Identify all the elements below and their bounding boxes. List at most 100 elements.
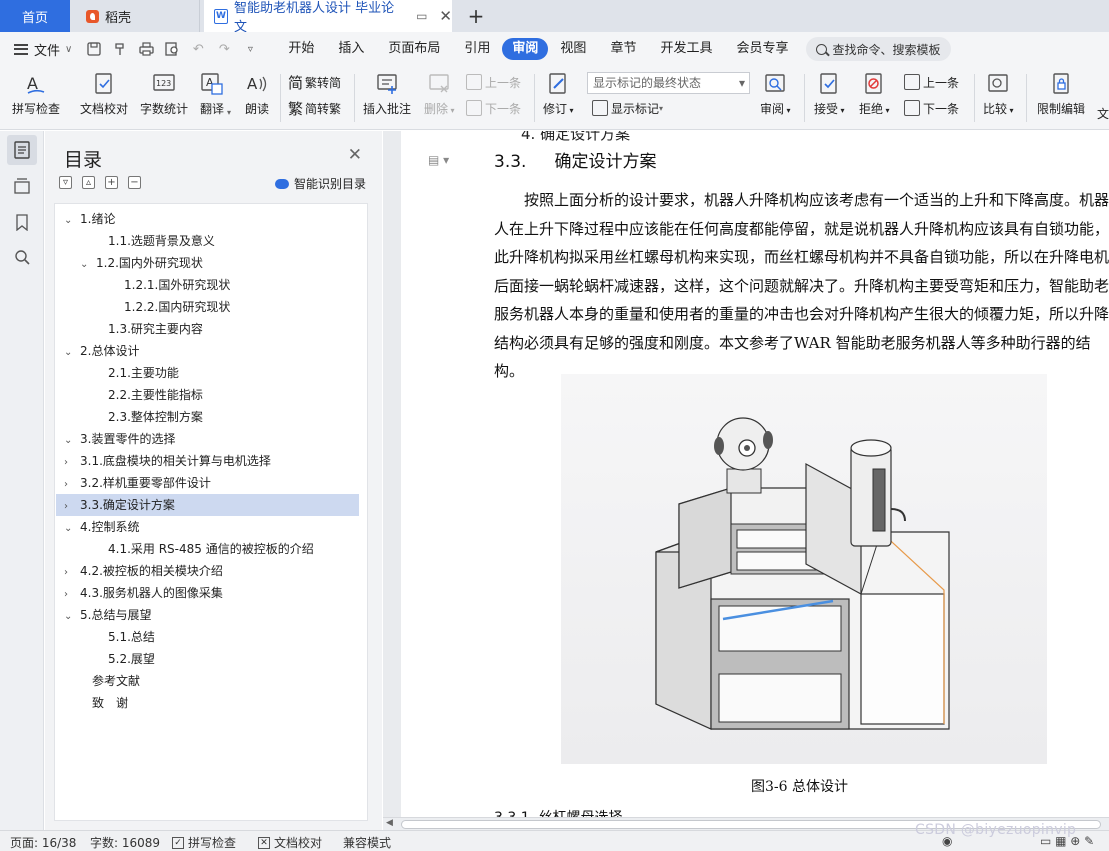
print-icon[interactable]	[138, 41, 154, 57]
markup-state-dropdown[interactable]: 显示标记的最终状态	[587, 72, 750, 94]
toc-item[interactable]: ⌄ 2.总体设计	[56, 340, 359, 362]
close-icon[interactable]: ✕	[348, 145, 362, 165]
accept-button[interactable]: 接受 ▾	[814, 72, 845, 117]
read-aloud-button[interactable]: A 朗读	[245, 72, 269, 117]
toc-item[interactable]: 1.1.选题背景及意义	[56, 230, 359, 252]
spellcheck-button[interactable]: A 拼写检查	[12, 72, 60, 117]
command-search[interactable]: 查找命令、搜索模板	[806, 37, 951, 61]
reject-button[interactable]: 拒绝 ▾	[859, 72, 890, 117]
review-pane-button[interactable]: 审阅 ▾	[760, 72, 791, 117]
show-markup-button[interactable]: 显示标记 ▾	[592, 98, 663, 118]
toc-item[interactable]: 4.1.采用 RS-485 通信的被控板的介绍	[56, 538, 359, 560]
toc-item[interactable]: ⌄ 4.控制系统	[56, 516, 359, 538]
toc-item[interactable]: ⌄ 5.总结与展望	[56, 604, 359, 626]
undo-icon[interactable]: ↶	[190, 41, 206, 57]
toc-item[interactable]: › 4.3.服务机器人的图像采集	[56, 582, 359, 604]
toc-item[interactable]: ⌄ 1.2.国内外研究现状	[56, 252, 359, 274]
menu-start[interactable]: 开始	[276, 38, 326, 60]
document-page[interactable]: 4. 确定设计方案 ▤ ▾ 3.3. 确定设计方案 按照上面分析的设计要求，机器人…	[401, 131, 1109, 817]
tab-home[interactable]: 首页	[0, 0, 70, 32]
toc-item[interactable]: ⌄ 1.绪论	[56, 208, 359, 230]
find-button[interactable]	[7, 242, 37, 272]
next-change-button[interactable]: 下一条	[904, 98, 959, 118]
translate-button[interactable]: A 翻译 ▾	[200, 72, 231, 117]
scroll-left-icon[interactable]: ◀	[386, 818, 393, 828]
chevron-icon[interactable]: ›	[64, 562, 76, 584]
prev-change-button[interactable]: 上一条	[904, 72, 959, 92]
redo-icon[interactable]: ↷	[216, 41, 232, 57]
expand-all-icon[interactable]: ▵	[82, 176, 95, 189]
navigation-button[interactable]	[7, 171, 37, 201]
toc-item[interactable]: 参考文献	[56, 670, 359, 692]
chevron-icon[interactable]: ⌄	[64, 210, 76, 232]
toc-item[interactable]: 2.3.整体控制方案	[56, 406, 359, 428]
robot-assembly-figure[interactable]	[561, 374, 1047, 764]
tab-minimize-icon[interactable]: ▭	[416, 9, 427, 23]
word-count-indicator[interactable]: 字数: 16089	[90, 834, 160, 851]
menu-chapter[interactable]: 章节	[598, 38, 648, 60]
chevron-icon[interactable]: ›	[64, 584, 76, 606]
toc-item[interactable]: › 3.1.底盘模块的相关计算与电机选择	[56, 450, 359, 472]
paragraph-menu-icon[interactable]: ▤ ▾	[428, 153, 449, 167]
toc-item[interactable]: 5.1.总结	[56, 626, 359, 648]
menu-member[interactable]: 会员专享	[724, 38, 800, 60]
toc-item[interactable]: 2.1.主要功能	[56, 362, 359, 384]
add-heading-icon[interactable]: +	[105, 176, 118, 189]
compare-button[interactable]: 比较 ▾	[983, 72, 1014, 117]
remove-heading-icon[interactable]: −	[128, 176, 141, 189]
menu-developer[interactable]: 开发工具	[648, 38, 724, 60]
page-indicator[interactable]: 页面: 16/38	[10, 834, 76, 851]
customize-toolbar-icon[interactable]: ▿	[242, 41, 258, 57]
doc-proof-button[interactable]: 文档校对	[80, 72, 128, 117]
toc-item[interactable]: 1.2.1.国外研究现状	[56, 274, 359, 296]
prev-comment-button[interactable]: 上一条	[466, 72, 521, 92]
tab-daoke[interactable]: 稻壳	[72, 0, 200, 32]
restrict-edit-button[interactable]: 限制编辑	[1037, 72, 1085, 117]
file-menu[interactable]: 文件 ∨	[0, 40, 72, 59]
toc-item[interactable]: 2.2.主要性能指标	[56, 384, 359, 406]
tab-close-icon[interactable]: ✕	[439, 7, 452, 25]
chevron-icon[interactable]: ›	[64, 452, 76, 474]
next-comment-button[interactable]: 下一条	[466, 98, 521, 118]
collapse-all-icon[interactable]: ▿	[59, 176, 72, 189]
toc-item[interactable]: › 4.2.被控板的相关模块介绍	[56, 560, 359, 582]
hamburger-icon	[14, 43, 28, 55]
menu-insert[interactable]: 插入	[326, 38, 376, 60]
new-tab-button[interactable]: +	[464, 0, 488, 32]
toc-item[interactable]: 1.3.研究主要内容	[56, 318, 359, 340]
toc-item[interactable]: › 3.3.确定设计方案	[56, 494, 359, 516]
menu-page-layout[interactable]: 页面布局	[376, 38, 452, 60]
insert-comment-button[interactable]: 插入批注	[363, 72, 411, 117]
chevron-icon[interactable]: ⌄	[64, 430, 76, 452]
toc-item[interactable]: 5.2.展望	[56, 648, 359, 670]
ribbon-divider	[534, 74, 535, 122]
toc-item[interactable]: › 3.2.样机重要零部件设计	[56, 472, 359, 494]
menu-review[interactable]: 审阅	[502, 38, 549, 60]
chevron-icon[interactable]: ›	[64, 496, 76, 518]
delete-comment-button[interactable]: 删除 ▾	[424, 72, 455, 117]
toc-item[interactable]: 1.2.2.国内研究现状	[56, 296, 359, 318]
chevron-icon[interactable]: ›	[64, 474, 76, 496]
format-painter-icon[interactable]	[112, 41, 128, 57]
menu-view[interactable]: 视图	[548, 38, 598, 60]
to-simplified-button[interactable]: 繁简转繁	[288, 98, 341, 118]
toc-panel-button[interactable]	[7, 135, 37, 165]
to-traditional-button[interactable]: 简繁转简	[288, 72, 341, 92]
review-pane-icon	[765, 74, 785, 92]
smart-toc-button[interactable]: 智能识别目录	[274, 175, 366, 192]
bookmark-button[interactable]	[7, 207, 37, 237]
toc-item[interactable]: ⌄ 3.装置零件的选择	[56, 428, 359, 450]
chevron-icon[interactable]: ⌄	[80, 254, 92, 276]
track-changes-button[interactable]: 修订 ▾	[543, 72, 574, 117]
chevron-icon[interactable]: ⌄	[64, 518, 76, 540]
tab-document[interactable]: W 智能助老机器人设计 毕业论文 ▭ ✕	[204, 0, 452, 35]
status-proof[interactable]: ✕ 文档校对	[258, 834, 322, 851]
toc-item[interactable]: 致 谢	[56, 692, 359, 714]
word-count-button[interactable]: 123 字数统计	[140, 72, 188, 117]
menu-references[interactable]: 引用	[452, 38, 502, 60]
save-icon[interactable]	[86, 41, 102, 57]
status-spellcheck[interactable]: ✓ 拼写检查	[172, 834, 236, 851]
chevron-icon[interactable]: ⌄	[64, 606, 76, 628]
chevron-icon[interactable]: ⌄	[64, 342, 76, 364]
print-preview-icon[interactable]	[164, 41, 180, 57]
